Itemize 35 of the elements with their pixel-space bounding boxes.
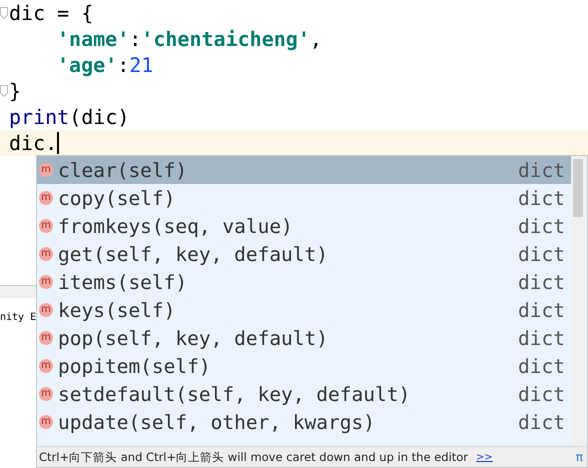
completion-item[interactable]: m pop(self, key, default) dict (37, 324, 571, 352)
method-badge: m (39, 359, 53, 373)
completion-item[interactable]: m update(self, other, kwargs) dict (37, 408, 571, 436)
completion-item[interactable]: m fromkeys(seq, value) dict (37, 212, 571, 240)
completion-item[interactable]: m items(self) dict (37, 268, 571, 296)
method-badge: m (39, 387, 53, 401)
method-badge: m (39, 415, 53, 429)
completion-item[interactable]: m copy(self) dict (37, 184, 571, 212)
code-line: 'name':'chentaicheng', (56, 26, 322, 52)
completion-item[interactable]: m get(self, key, default) dict (37, 240, 571, 268)
method-badge: m (39, 275, 53, 289)
text-caret (57, 132, 60, 154)
more-link[interactable]: >> (476, 452, 493, 462)
method-badge: m (39, 219, 53, 233)
method-badge: m (39, 247, 53, 261)
method-badge: m (39, 163, 53, 177)
scrollbar-thumb[interactable] (573, 159, 583, 217)
completion-item[interactable]: m setdefault(self, key, default) dict (37, 380, 571, 408)
code-line: 'age':21 (56, 52, 154, 78)
pi-button[interactable]: π (576, 450, 583, 464)
fold-marker-icon[interactable] (0, 85, 8, 97)
code-line: dic = { (9, 0, 94, 26)
completion-item[interactable]: m keys(self) dict (37, 296, 571, 324)
completion-item[interactable]: m clear(self) dict (37, 156, 571, 184)
code-line: } (9, 78, 22, 104)
hint-text: Ctrl+向下箭头 and Ctrl+向上箭头 will move caret down and up in the editor (39, 450, 468, 464)
code-line: print(dic) (9, 104, 130, 130)
code-line: dic. (9, 130, 58, 156)
fold-marker-icon[interactable] (0, 7, 8, 19)
method-badge: m (39, 191, 53, 205)
method-badge: m (39, 303, 53, 317)
completion-item[interactable]: m popitem(self) dict (37, 352, 571, 380)
scrollbar[interactable] (571, 156, 585, 448)
method-badge: m (39, 331, 53, 345)
panel-text: nity E (0, 312, 36, 323)
